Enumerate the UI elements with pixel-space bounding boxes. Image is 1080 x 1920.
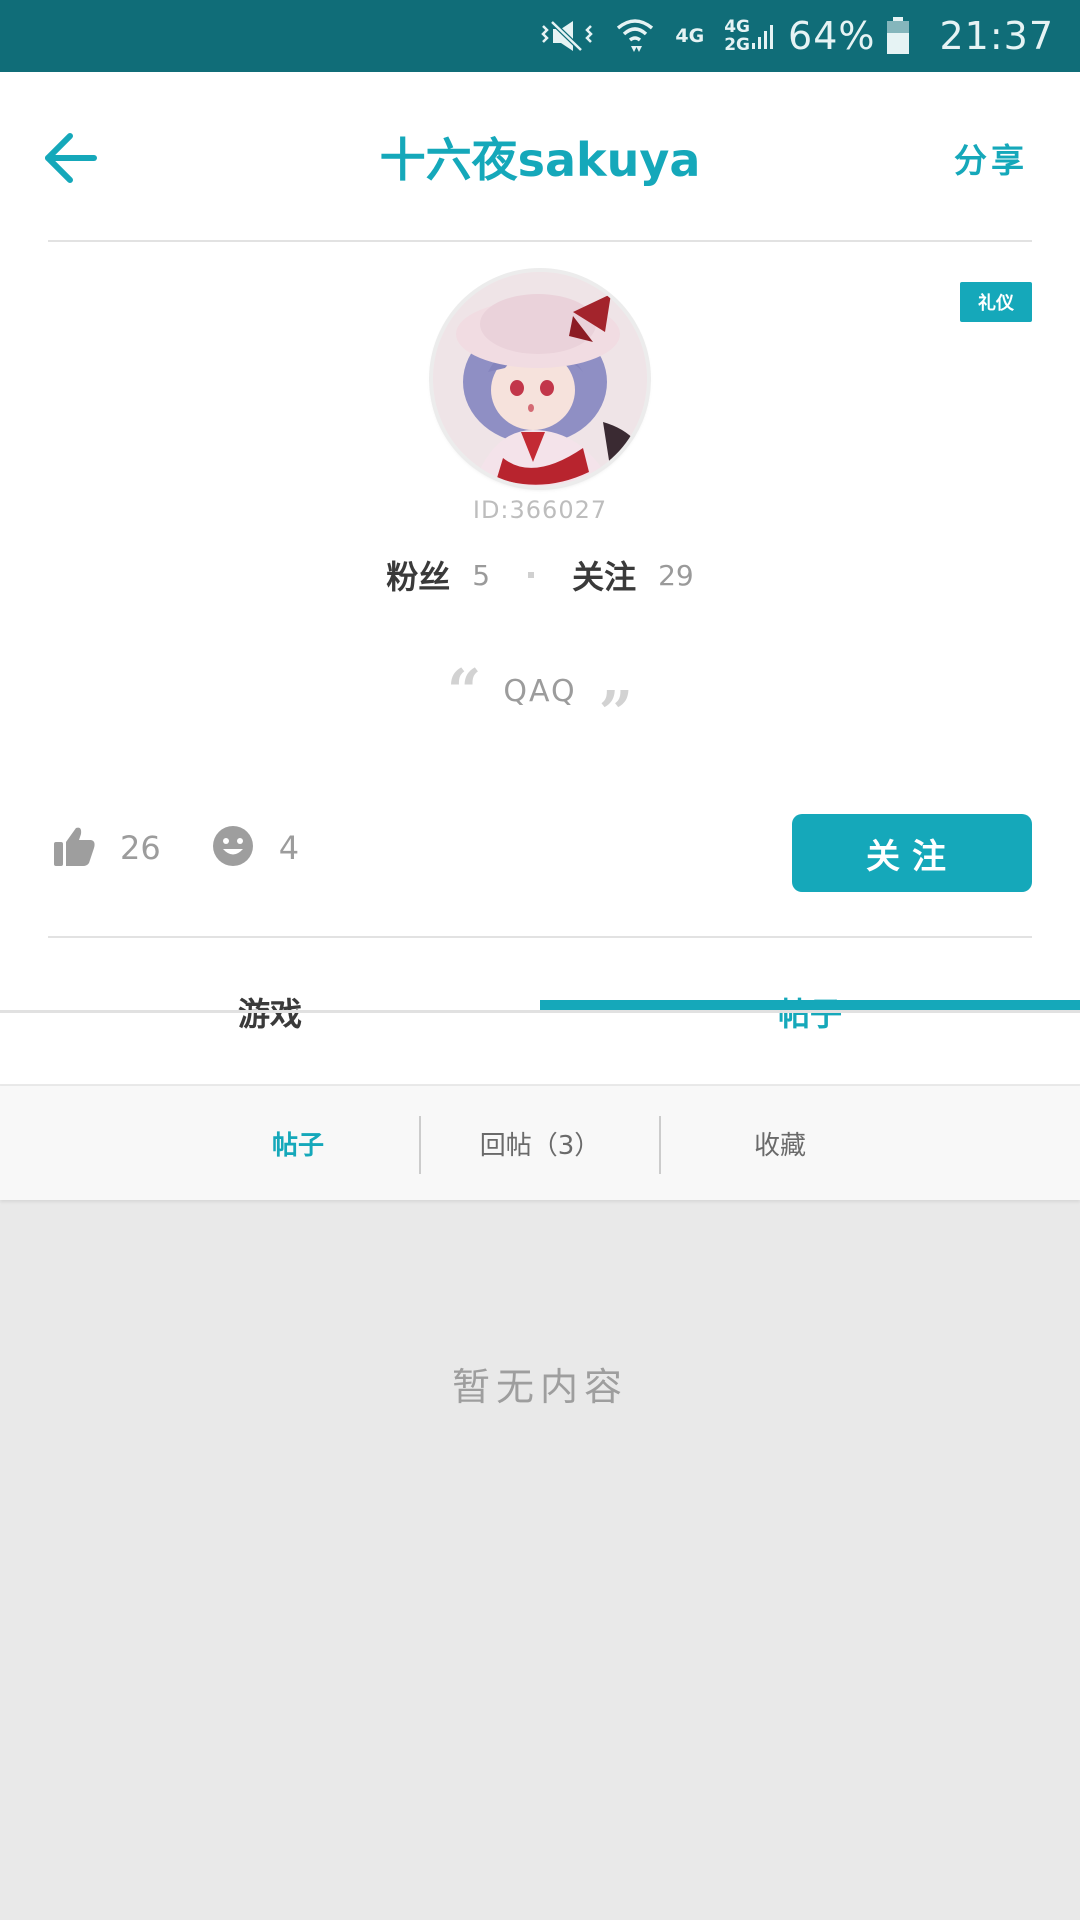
- fans-count[interactable]: 5: [472, 559, 490, 592]
- network-type-label: 4G: [675, 24, 705, 47]
- follow-stats: 粉丝 5 关注 29: [0, 552, 1080, 598]
- likes-count: 26: [120, 829, 161, 867]
- signal-icon: [752, 21, 774, 51]
- header-divider: [48, 240, 1032, 242]
- status-bar-icons: 4G 4G 2G 64% 21:37: [519, 0, 1054, 72]
- following-count[interactable]: 29: [658, 559, 694, 592]
- avatar-illustration: [433, 272, 647, 486]
- vibrate-mute-icon: [539, 18, 595, 54]
- page-title: 十六夜sakuya: [379, 133, 701, 187]
- subtab-posts[interactable]: 帖子: [178, 1086, 418, 1200]
- share-button[interactable]: 分享: [954, 134, 1028, 182]
- empty-state-text: 暂无内容: [451, 1365, 628, 1409]
- network-stack-bottom: 2G: [724, 35, 751, 55]
- avatar[interactable]: [433, 272, 647, 486]
- status-bar: 4G 4G 2G 64% 21:37: [0, 0, 1080, 72]
- tabs-bottom-border: [0, 1010, 1080, 1013]
- battery-icon: [885, 16, 911, 56]
- following-label[interactable]: 关注: [572, 552, 636, 598]
- subtab-favorites[interactable]: 收藏: [660, 1086, 900, 1200]
- user-badge: 礼仪: [960, 282, 1032, 322]
- stats-separator-dot: [528, 572, 535, 578]
- header-bar: 十六夜sakuya 分享: [0, 72, 1080, 240]
- profile-card: 十六夜sakuya 分享 礼仪 ID:366027 粉丝 5 关注 29 “ Q…: [0, 72, 1080, 1084]
- battery-percent: 64%: [788, 14, 876, 58]
- actions-divider: [48, 936, 1032, 938]
- reaction-counts: 26 4: [52, 824, 299, 872]
- close-quote-icon: ”: [598, 679, 634, 749]
- smile-icon[interactable]: [211, 824, 255, 872]
- sub-tabs: 帖子 回帖（3） 收藏: [0, 1086, 1080, 1200]
- user-id: ID:366027: [472, 496, 608, 524]
- active-tab-indicator: [540, 1000, 1080, 1010]
- network-stack-top: 4G: [724, 17, 751, 37]
- network-stack-label: 4G 2G: [724, 18, 750, 54]
- thumbs-up-icon[interactable]: [52, 824, 96, 872]
- wifi-icon: [615, 16, 655, 56]
- subtab-replies[interactable]: 回帖（3）: [420, 1086, 660, 1200]
- clock: 21:37: [939, 14, 1054, 58]
- open-quote-icon: “: [446, 657, 482, 727]
- signature: “ QAQ ”: [0, 662, 1080, 744]
- signature-text: QAQ: [503, 674, 577, 709]
- fans-label[interactable]: 粉丝: [386, 552, 450, 598]
- smile-count: 4: [278, 829, 300, 867]
- follow-button[interactable]: 关注: [792, 814, 1032, 892]
